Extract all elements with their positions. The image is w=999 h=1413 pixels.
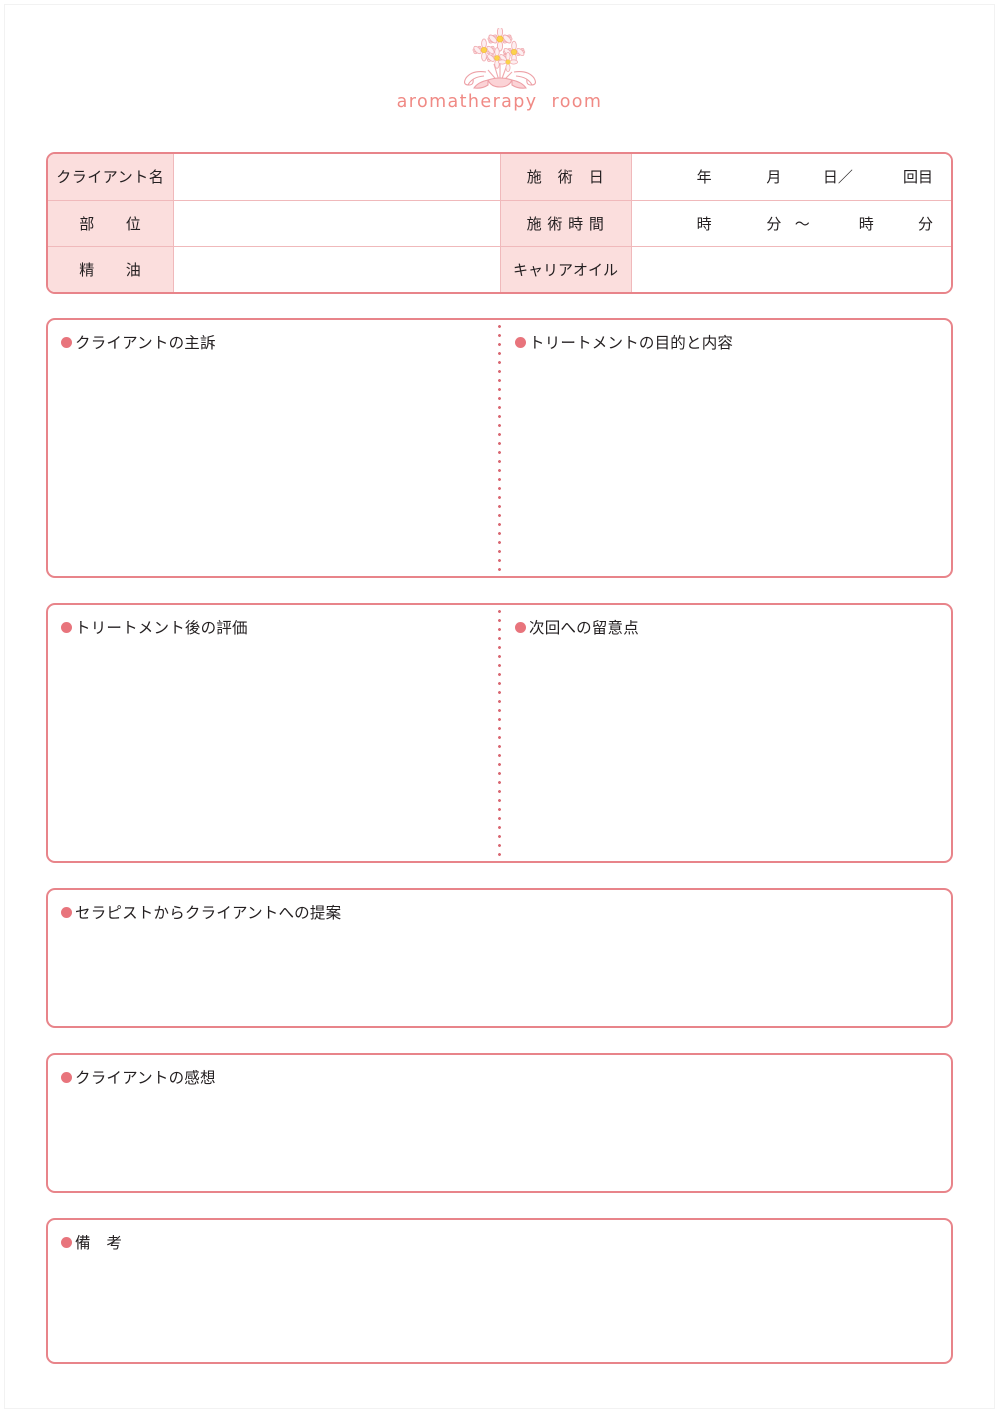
- title-therapist-proposal: セラピストからクライアントへの提案: [61, 901, 341, 923]
- field-next-visit-notes[interactable]: [515, 645, 938, 853]
- start-minute-unit: 分: [766, 214, 782, 233]
- title-client-impression: クライアントの感想: [61, 1066, 216, 1088]
- client-info-table: クライアント名 施 術 日 年 月 日／ 回目 部 位 施 術 時 間 時 分: [46, 152, 953, 294]
- field-essential-oil[interactable]: [172, 245, 501, 292]
- end-hour-unit: 時: [858, 214, 874, 233]
- label-client-name: クライアント名: [48, 154, 174, 201]
- section-remarks: 備 考: [46, 1218, 953, 1364]
- field-treatment-date[interactable]: 年 月 日／ 回目: [630, 154, 951, 201]
- field-treatment-time[interactable]: 時 分 〜 時 分: [630, 199, 951, 247]
- title-treatment-purpose: トリートメントの目的と内容: [515, 331, 733, 353]
- date-day-unit: 日／: [822, 168, 853, 187]
- flower-bouquet-icon: [463, 28, 536, 89]
- date-year-unit: 年: [696, 168, 712, 187]
- table-row: 部 位 施 術 時 間 時 分 〜 時 分: [48, 199, 951, 247]
- bullet-icon: [515, 336, 526, 348]
- title-next-visit-notes: 次回への留意点: [515, 616, 639, 638]
- bullet-icon: [515, 621, 526, 633]
- label-body-part: 部 位: [48, 199, 174, 247]
- field-treatment-purpose[interactable]: [515, 360, 938, 568]
- brand-title: aromatherapy room: [396, 92, 603, 112]
- section-divider-dotted: [498, 607, 501, 859]
- section-complaint-and-purpose: クライアントの主訴 トリートメントの目的と内容: [46, 318, 953, 578]
- section-divider-dotted: [498, 322, 501, 574]
- bullet-icon: [61, 336, 72, 348]
- section-therapist-proposal: セラピストからクライアントへの提案: [46, 888, 953, 1028]
- label-carrier-oil: キャリアオイル: [499, 245, 632, 292]
- field-client-name[interactable]: [172, 154, 501, 201]
- bullet-icon: [61, 1071, 72, 1083]
- label-essential-oil: 精 油: [48, 245, 174, 292]
- document-header: aromatherapy room: [0, 0, 999, 140]
- field-therapist-proposal[interactable]: [61, 930, 938, 1018]
- start-hour-unit: 時: [696, 214, 712, 233]
- field-post-treatment-evaluation[interactable]: [61, 645, 491, 853]
- table-row: クライアント名 施 術 日 年 月 日／ 回目: [48, 154, 951, 201]
- field-remarks[interactable]: [61, 1260, 938, 1354]
- field-client-impression[interactable]: [61, 1095, 938, 1183]
- visit-count-unit: 回目: [903, 168, 934, 187]
- bullet-icon: [61, 906, 72, 918]
- section-evaluation-and-notes: トリートメント後の評価 次回への留意点: [46, 603, 953, 863]
- bullet-icon: [61, 621, 72, 633]
- section-client-impression: クライアントの感想: [46, 1053, 953, 1193]
- title-remarks: 備 考: [61, 1231, 122, 1253]
- table-row: 精 油 キャリアオイル: [48, 245, 951, 292]
- label-treatment-time: 施 術 時 間: [499, 199, 632, 247]
- time-range-separator: 〜: [794, 214, 810, 233]
- date-month-unit: 月: [766, 168, 782, 187]
- bullet-icon: [61, 1236, 72, 1248]
- title-post-treatment-evaluation: トリートメント後の評価: [61, 616, 248, 638]
- title-client-complaint: クライアントの主訴: [61, 331, 216, 353]
- field-client-complaint[interactable]: [61, 360, 491, 568]
- field-body-part[interactable]: [172, 199, 501, 247]
- label-treatment-date: 施 術 日: [499, 154, 632, 201]
- field-carrier-oil[interactable]: [630, 245, 951, 292]
- end-minute-unit: 分: [918, 214, 934, 233]
